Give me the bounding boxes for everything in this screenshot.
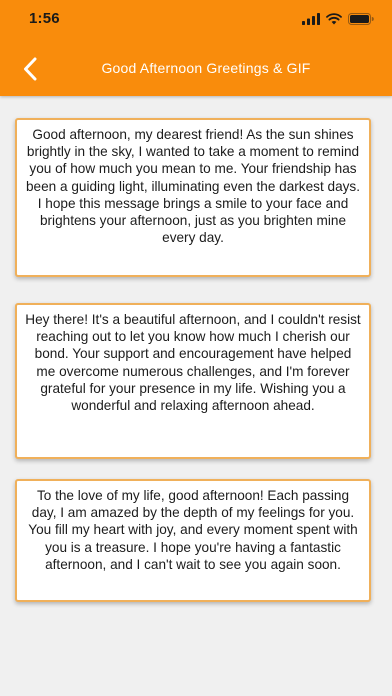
greeting-text: Good afternoon, my dearest friend! As th… [25, 127, 361, 246]
greeting-card[interactable]: Good afternoon, my dearest friend! As th… [15, 118, 371, 277]
app-header: 1:56 Good Afternoon Greetings & GIF [0, 0, 392, 96]
battery-icon [348, 13, 374, 25]
back-button[interactable] [16, 54, 44, 84]
page-title: Good Afternoon Greetings & GIF [101, 60, 311, 76]
wifi-icon [326, 13, 342, 25]
signal-icon [302, 13, 320, 25]
status-time: 1:56 [29, 10, 60, 27]
greeting-card[interactable]: To the love of my life, good afternoon! … [15, 479, 371, 602]
greeting-text: Hey there! It's a beautiful afternoon, a… [25, 312, 361, 414]
greeting-card[interactable]: Hey there! It's a beautiful afternoon, a… [15, 303, 371, 459]
status-icons [302, 12, 374, 26]
status-bar: 1:56 [0, 0, 392, 40]
chevron-left-icon [24, 57, 37, 81]
greeting-text: To the love of my life, good afternoon! … [28, 488, 358, 572]
